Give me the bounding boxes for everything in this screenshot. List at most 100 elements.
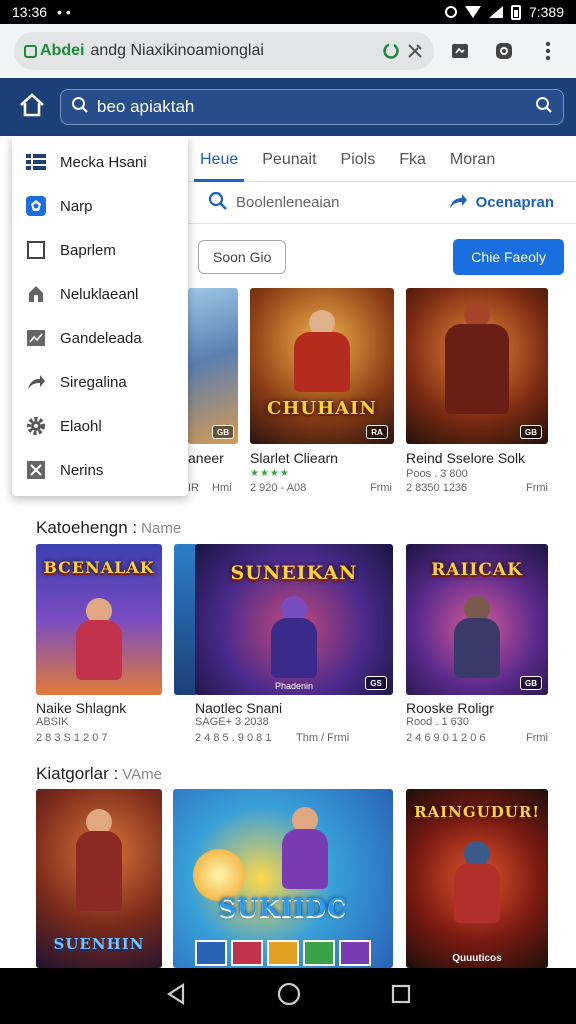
search-text: beo apiaktah <box>97 97 195 116</box>
thumbnail-logo: CHUHAIN <box>267 398 377 419</box>
overflow-menu-icon[interactable] <box>530 33 566 69</box>
game-size: Thm / Frmi <box>296 732 350 744</box>
game-thumbnail: GB <box>406 288 548 444</box>
browser-toolbar: Abdei andg Niaxikinoamionglai <box>0 24 576 78</box>
drawer-item-label: Mecka Hsani <box>60 153 147 171</box>
rating-badge-icon: GB <box>520 425 542 439</box>
secure-icon <box>24 44 37 58</box>
tab-home[interactable]: Heue <box>188 138 250 182</box>
tab-piols[interactable]: Piols <box>329 138 388 182</box>
game-meta-secondary: Rood . 1 630 <box>406 716 469 728</box>
game-meta-secondary: ABSIK <box>36 716 69 728</box>
category-tabs: Heue Peunait Piols Fka Moran <box>188 138 576 182</box>
tab-more[interactable]: Moran <box>438 138 507 182</box>
image-icon <box>26 328 46 348</box>
game-title: Reind Sselore Solk <box>406 450 526 466</box>
primary-button[interactable]: Chie Faeoly <box>453 239 564 275</box>
game-title: Rooske Roligr <box>406 700 494 716</box>
drawer-item-label: Gandeleada <box>60 329 142 347</box>
game-card[interactable]: BCENALAK Naike Shlagnk ABSIK 2 8 3 S 1 2… <box>36 544 198 750</box>
drawer-item[interactable]: Elaohl <box>12 404 188 448</box>
badge-icon <box>26 196 46 216</box>
thumbnail-logo: SUENHIN <box>53 935 145 953</box>
address-bar[interactable]: Abdei andg Niaxikinoamionglai <box>14 32 434 70</box>
tab-popular[interactable]: Peunait <box>250 138 328 182</box>
thumbnail-caption: Phadenin <box>274 681 314 691</box>
section-heading: Katoehengn : Name <box>36 518 181 538</box>
character-art <box>292 310 352 400</box>
secondary-button[interactable]: Soon Gio <box>198 240 287 274</box>
game-card[interactable]: SUKIIDC <box>173 789 393 968</box>
share-icon <box>26 372 46 392</box>
character-art <box>264 596 324 686</box>
status-bar: 13:36 • • 7:389 <box>0 0 576 24</box>
thumbnail-logo: RAINGUDUR! <box>414 803 540 821</box>
tools-icon[interactable] <box>406 42 424 60</box>
game-meta: 2 4 8 5 . 9 0 8 1 <box>195 732 272 744</box>
game-meta: 2 8 3 S 1 2 0 7 <box>36 732 108 744</box>
drawer-item[interactable]: Siregalina <box>12 360 188 404</box>
drawer-item[interactable]: Neluklaeanl <box>12 272 188 316</box>
drawer-item-label: Narp <box>60 197 93 215</box>
share-arrow-icon <box>448 192 468 214</box>
character-art <box>69 809 129 911</box>
rating-badge-icon: GS <box>365 676 387 690</box>
filter-search-icon <box>208 191 228 215</box>
drawer-item-label: Nerins <box>60 461 104 479</box>
character-art <box>69 598 129 688</box>
refresh-icon[interactable] <box>382 42 400 60</box>
app-header: beo apiaktah <box>0 78 576 136</box>
game-meta-secondary: 2 8350 1236 <box>406 482 468 494</box>
game-card[interactable]: SUENHIN <box>36 789 162 968</box>
home-button-icon[interactable] <box>277 982 301 1011</box>
game-title: aneer <box>188 450 224 466</box>
signal-icon <box>488 6 503 18</box>
url-text[interactable]: andg Niaxikinoamionglai <box>90 42 376 60</box>
home-icon <box>26 284 46 304</box>
action-buttons: Soon Gio Chie Faeoly <box>188 238 564 276</box>
notification-dots-icon: • • <box>57 4 71 20</box>
drawer-item[interactable]: Nerins <box>12 448 188 492</box>
drawer-item-label: Siregalina <box>60 373 127 391</box>
game-size: Frmi <box>370 482 392 494</box>
site-identity[interactable]: Abdei <box>24 42 84 60</box>
game-card[interactable]: GB Reind Sselore Solk Poos . 3 800 2 835… <box>406 288 548 498</box>
search-icon-left <box>71 96 89 119</box>
battery-icon <box>510 4 521 20</box>
site-label: Abdei <box>40 42 85 59</box>
game-card[interactable]: RAINGUDUR! Quuuticos <box>406 789 548 968</box>
recents-icon[interactable] <box>391 984 411 1009</box>
game-thumbnail: SUENHIN <box>36 789 162 968</box>
battery-text: 7:389 <box>528 4 564 20</box>
section-subtitle: VAme <box>122 766 162 783</box>
game-card[interactable]: GB aneer IR Hmi <box>188 288 238 498</box>
section-title: Kiatgorlar : <box>36 764 119 783</box>
open-link[interactable]: Ocenapran <box>448 192 554 214</box>
game-card[interactable]: SUNEIKAN Phadenin GS Naotlec Snani SAGE+… <box>195 544 393 750</box>
game-thumbnail: GB <box>188 288 238 444</box>
drawer-item[interactable]: Mecka Hsani <box>12 140 188 184</box>
search-input[interactable]: beo apiaktah <box>60 89 564 125</box>
drawer-item-label: Neluklaeanl <box>60 285 139 303</box>
game-thumbnail: SUNEIKAN Phadenin GS <box>195 544 393 695</box>
home-icon[interactable] <box>18 92 46 123</box>
back-icon[interactable] <box>165 982 187 1011</box>
character-art <box>447 596 507 686</box>
account-icon[interactable] <box>486 33 522 69</box>
game-card[interactable]: CHUHAIN RA Slarlet Cliearn ★★★★ 2 920 - … <box>250 288 394 498</box>
thumbnail-caption: Quuuticos <box>452 953 502 964</box>
rating-badge-icon: GB <box>520 676 542 690</box>
game-meta: IR <box>188 482 199 494</box>
search-icon[interactable] <box>535 96 553 119</box>
tab-fka[interactable]: Fka <box>387 138 438 182</box>
drawer-item[interactable]: Narp <box>12 184 188 228</box>
filter-search[interactable]: Boolenleneaian <box>208 191 339 215</box>
section-title: Katoehengn : <box>36 518 138 537</box>
game-card[interactable]: RAIICAK GB Rooske Roligr Rood . 1 630 2 … <box>406 544 548 750</box>
drawer-item[interactable]: Baprlem <box>12 228 188 272</box>
drawer-item[interactable]: Gandeleada <box>12 316 188 360</box>
open-link-label: Ocenapran <box>475 194 554 211</box>
character-art <box>442 302 512 422</box>
tabs-button[interactable] <box>442 33 478 69</box>
wifi-icon <box>464 6 481 18</box>
